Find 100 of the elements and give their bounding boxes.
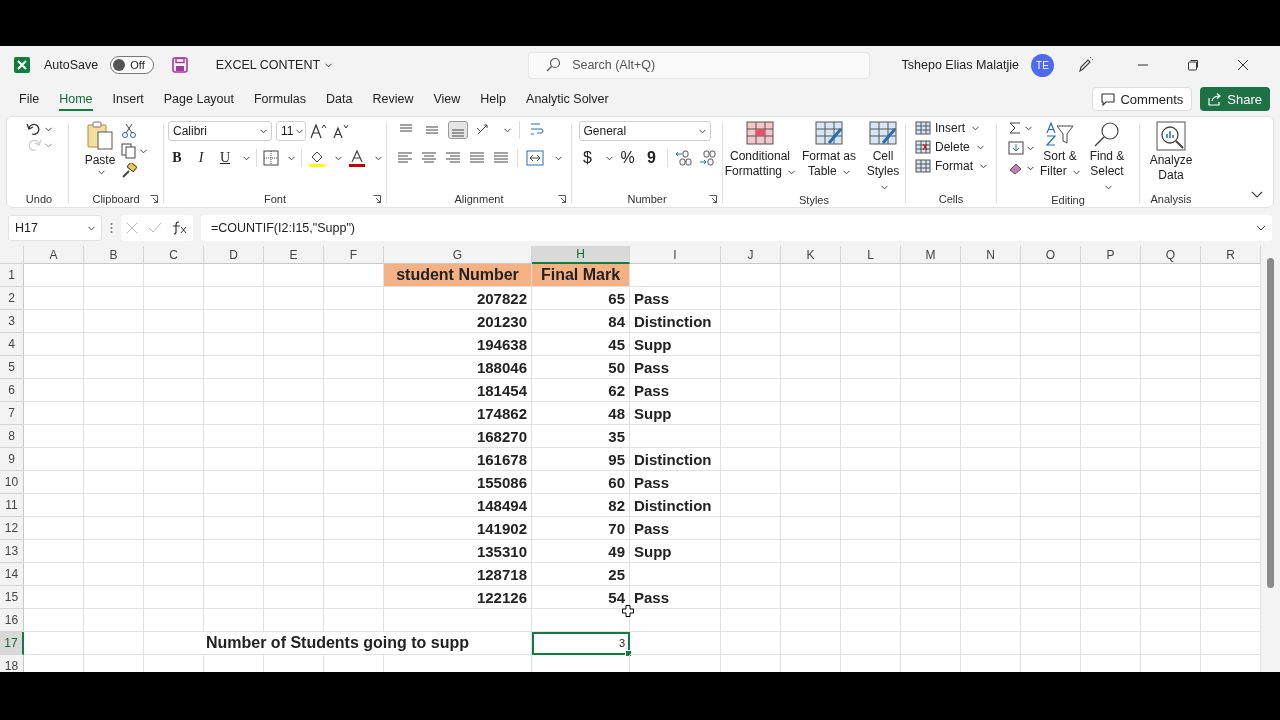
document-title[interactable]: EXCEL CONTENT xyxy=(215,58,333,72)
row-header[interactable]: 5 xyxy=(0,356,24,379)
align-icon[interactable] xyxy=(468,151,485,165)
row-header[interactable]: 6 xyxy=(0,379,24,402)
caret-icon[interactable] xyxy=(554,155,562,161)
decrease-decimal-icon[interactable] xyxy=(697,150,716,166)
eraser-icon[interactable] xyxy=(1008,161,1024,175)
caret-icon[interactable] xyxy=(243,155,250,161)
caret-icon[interactable] xyxy=(1105,185,1112,190)
ribbon-button[interactable]: Delete xyxy=(915,140,984,154)
caret-icon[interactable] xyxy=(45,126,52,132)
align-icon[interactable] xyxy=(420,151,437,165)
menu-tab[interactable]: Review xyxy=(363,87,423,111)
caret-icon[interactable] xyxy=(335,155,342,161)
column-header[interactable]: C xyxy=(144,246,204,264)
menu-tab[interactable]: Page Layout xyxy=(154,87,243,111)
check-icon[interactable] xyxy=(148,222,162,234)
menu-tab[interactable]: Help xyxy=(471,87,516,111)
user-avatar[interactable]: TE xyxy=(1031,53,1054,77)
row-header[interactable]: 1 xyxy=(0,264,24,287)
row-header[interactable]: 8 xyxy=(0,425,24,448)
ribbon-button[interactable]: Insert xyxy=(915,121,979,135)
find-select-button[interactable]: Find & Select xyxy=(1086,121,1128,194)
caret-icon[interactable] xyxy=(698,128,706,134)
dialog-launcher-icon[interactable] xyxy=(558,195,566,203)
ribbon-button[interactable]: Format as Table xyxy=(800,121,858,179)
caret-icon[interactable] xyxy=(288,155,295,161)
decrease-font-icon[interactable] xyxy=(332,123,350,139)
row-header[interactable]: 18 xyxy=(0,655,24,672)
caret-icon[interactable] xyxy=(296,128,304,134)
column-header[interactable]: H xyxy=(532,246,630,264)
share-button[interactable]: Share xyxy=(1200,87,1270,111)
format-painter-icon[interactable] xyxy=(121,163,138,179)
close-icon[interactable] xyxy=(1237,59,1249,71)
menu-tab[interactable]: Data xyxy=(317,87,362,111)
column-header[interactable]: K xyxy=(781,246,841,264)
caret-icon[interactable] xyxy=(45,142,52,148)
caret-icon[interactable] xyxy=(605,155,613,161)
column-header[interactable]: F xyxy=(324,246,384,264)
comma-style-button[interactable]: 9 xyxy=(642,149,661,167)
align-icon[interactable] xyxy=(396,151,413,165)
row-header[interactable]: 2 xyxy=(0,287,24,310)
name-box[interactable]: H17 xyxy=(8,215,102,241)
dialog-launcher-icon[interactable] xyxy=(150,195,158,203)
merge-cells-icon[interactable] xyxy=(525,150,544,166)
borders-icon[interactable] xyxy=(263,150,279,166)
column-header[interactable]: A xyxy=(24,246,84,264)
caret-icon[interactable] xyxy=(843,170,850,175)
scissors-icon[interactable] xyxy=(121,123,138,139)
caret-icon[interactable] xyxy=(1027,145,1034,151)
copy-icon[interactable] xyxy=(121,143,138,159)
row-header[interactable]: 7 xyxy=(0,402,24,425)
menu-tab[interactable]: View xyxy=(424,87,470,111)
caret-icon[interactable] xyxy=(980,163,987,169)
ribbon-button[interactable]: Cell Styles xyxy=(862,121,904,194)
font-color-icon[interactable] xyxy=(348,149,366,167)
row-header[interactable]: 15 xyxy=(0,586,24,609)
currency-button[interactable]: $ xyxy=(578,149,597,167)
menu-tab[interactable]: File xyxy=(10,87,49,111)
caret-icon[interactable] xyxy=(98,170,105,175)
menu-tab[interactable]: Analytic Solver xyxy=(517,87,618,111)
underline-button[interactable]: U xyxy=(216,150,234,166)
active-cell[interactable]: 3 xyxy=(532,632,630,655)
fill-color-icon[interactable] xyxy=(308,149,326,167)
row-header[interactable]: 17 xyxy=(0,632,24,655)
column-header[interactable]: L xyxy=(841,246,901,264)
font-size-dropdown[interactable]: 11 xyxy=(276,121,306,141)
search-field[interactable]: Search (Alt+Q) xyxy=(528,51,871,79)
column-header[interactable]: N xyxy=(961,246,1021,264)
column-header[interactable]: Q xyxy=(1141,246,1201,264)
column-header[interactable]: E xyxy=(264,246,324,264)
align-icon[interactable] xyxy=(444,151,461,165)
caret-icon[interactable] xyxy=(881,185,888,190)
increase-decimal-icon[interactable] xyxy=(673,150,692,166)
row-header[interactable]: 3 xyxy=(0,310,24,333)
row-header[interactable]: 14 xyxy=(0,563,24,586)
expand-icon[interactable] xyxy=(1256,225,1266,231)
percent-button[interactable]: % xyxy=(618,149,637,167)
row-header[interactable]: 4 xyxy=(0,333,24,356)
sort-filter-button[interactable]: Sort & Filter xyxy=(1040,121,1080,179)
number-format-dropdown[interactable]: General xyxy=(578,121,711,141)
column-header[interactable]: O xyxy=(1021,246,1081,264)
align-icon[interactable] xyxy=(448,122,467,138)
caret-icon[interactable] xyxy=(1073,170,1080,175)
column-header[interactable]: I xyxy=(630,246,721,264)
column-header[interactable]: D xyxy=(204,246,264,264)
sum-icon[interactable] xyxy=(1008,121,1022,135)
save-icon[interactable] xyxy=(171,57,188,73)
function-icon[interactable] xyxy=(172,221,188,235)
caret-icon[interactable] xyxy=(972,125,979,131)
paste-button[interactable]: Paste xyxy=(84,121,116,175)
font-name-dropdown[interactable]: Calibri xyxy=(168,121,272,141)
collapse-ribbon-icon[interactable] xyxy=(1251,191,1263,199)
caret-icon[interactable] xyxy=(325,62,333,68)
bold-button[interactable]: B xyxy=(168,150,186,166)
row-header[interactable]: 10 xyxy=(0,471,24,494)
menu-tab[interactable]: Formulas xyxy=(244,87,316,111)
caret-icon[interactable] xyxy=(976,144,984,150)
comments-button[interactable]: Comments xyxy=(1092,87,1193,111)
column-header[interactable]: R xyxy=(1201,246,1261,264)
